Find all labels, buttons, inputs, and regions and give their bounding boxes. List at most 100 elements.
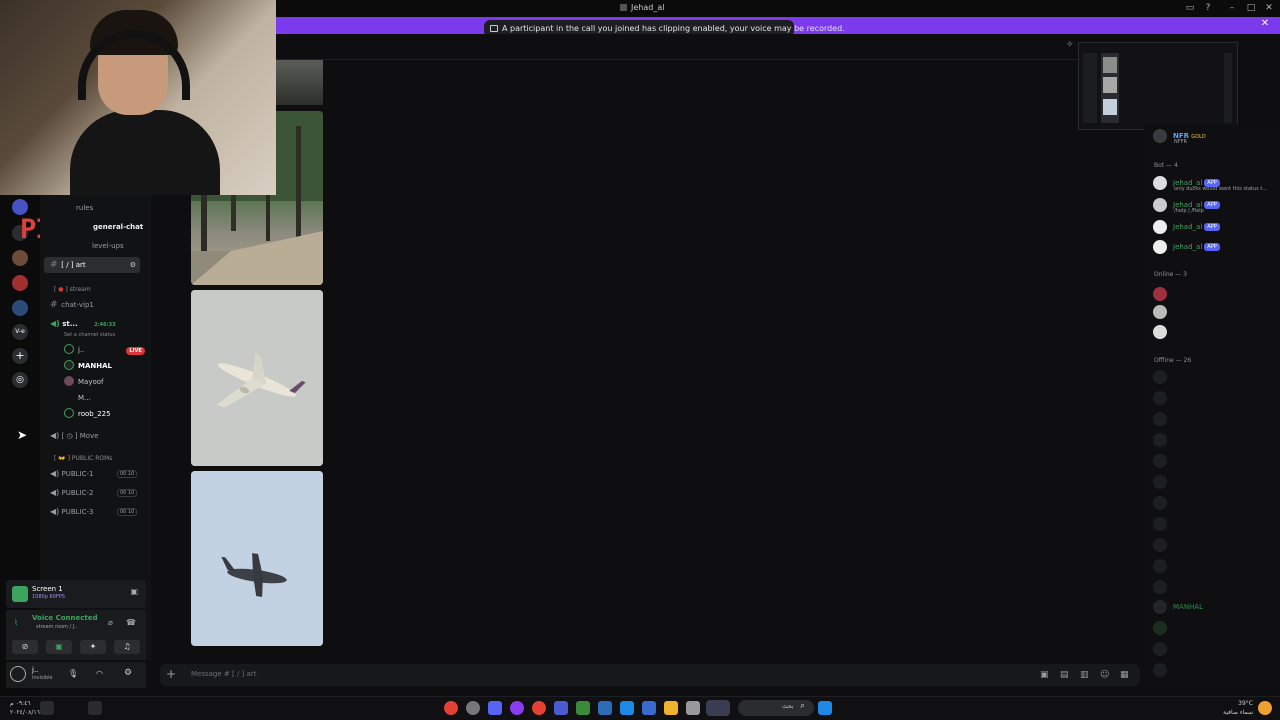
image-attachment[interactable] <box>191 471 323 646</box>
microphone-tray-icon[interactable] <box>88 701 102 715</box>
minimize-button[interactable]: – <box>1226 2 1238 14</box>
member-item[interactable]: Jehad_al APP only ducks would want this st… <box>1153 176 1267 192</box>
channel-general[interactable]: general-chat <box>93 223 143 231</box>
file-explorer-icon[interactable] <box>664 701 678 715</box>
cargo-plane-photo <box>191 471 323 646</box>
help-icon[interactable]: ? <box>1202 2 1214 14</box>
message-composer[interactable]: + Message # [ / ] art ▣ ▤ ▥ ☺ ▦ <box>160 664 1140 686</box>
chrome-icon[interactable] <box>444 701 458 715</box>
member-item[interactable] <box>1153 325 1173 339</box>
settings-icon[interactable]: ⚙ <box>130 257 136 273</box>
member-item[interactable]: Jehad_al APP/help | /help <box>1153 198 1220 214</box>
chrome-icon[interactable] <box>532 701 546 715</box>
sticker-icon[interactable]: ▥ <box>1080 670 1090 680</box>
member-item[interactable] <box>1153 412 1173 426</box>
soundboard-button[interactable]: ♫ <box>114 640 140 654</box>
member-item[interactable] <box>1153 475 1173 489</box>
start-icon[interactable] <box>818 701 832 715</box>
message-input[interactable]: Message # [ / ] art <box>191 670 256 678</box>
voice-channel-stream[interactable]: ◀) st... 2:46:33 <box>50 319 116 328</box>
browser-icon[interactable] <box>510 701 524 715</box>
voice-user[interactable]: roob_225 <box>64 408 111 418</box>
image-attachment[interactable] <box>191 290 323 466</box>
stream-preview[interactable] <box>1078 42 1238 130</box>
noise-suppression-icon[interactable]: ⌀ <box>108 618 113 627</box>
channel-art[interactable]: # [ / ] art ⚙ <box>44 257 140 273</box>
server-icon[interactable] <box>12 250 28 266</box>
member-item[interactable] <box>1153 287 1173 301</box>
channel-levelups[interactable]: level-ups <box>92 242 124 250</box>
member-item[interactable] <box>1153 621 1173 635</box>
voice-user[interactable]: M... <box>64 392 91 402</box>
member-item[interactable]: Jehad_al APP <box>1153 220 1220 234</box>
pin-icon[interactable]: ✧ <box>1066 40 1074 50</box>
stop-stream-icon[interactable]: ▣ <box>130 587 138 596</box>
app-icon[interactable] <box>598 701 612 715</box>
member-item[interactable] <box>1153 538 1173 552</box>
store-icon[interactable] <box>642 701 656 715</box>
game-icon[interactable] <box>554 701 568 715</box>
tray-icon[interactable] <box>40 701 54 715</box>
inbox-icon[interactable]: ▭ <box>1184 2 1196 14</box>
avatar[interactable] <box>10 666 26 682</box>
discover-icon[interactable]: ◎ <box>12 372 28 388</box>
emoji-icon[interactable]: ☺ <box>1100 670 1110 680</box>
voice-channel-public-1[interactable]: ◀) PUBLIC-1 <box>50 469 94 478</box>
voice-user[interactable]: MANHAL <box>64 360 112 370</box>
maximize-button[interactable]: □ <box>1245 2 1257 14</box>
member-item[interactable] <box>1153 305 1173 319</box>
set-channel-status[interactable]: Set a channel status <box>64 332 115 338</box>
discord-icon[interactable] <box>488 701 502 715</box>
voice-channel-public-3[interactable]: ◀) PUBLIC-3 <box>50 507 94 516</box>
image-attachment[interactable] <box>276 60 323 105</box>
member-item[interactable] <box>1153 496 1173 510</box>
gift-icon[interactable]: ▣ <box>1040 670 1050 680</box>
category-stream[interactable]: [ ● ] stream <box>54 286 91 293</box>
close-window-button[interactable]: ✕ <box>1263 2 1275 14</box>
app-icon[interactable] <box>466 701 480 715</box>
member-item[interactable] <box>1153 517 1173 531</box>
voice-channel-move[interactable]: ◀) [ ◷ ] Move <box>50 431 99 440</box>
activities-button[interactable]: ✦ <box>80 640 106 654</box>
microphone-icon[interactable]: 🎙 <box>68 669 78 678</box>
server-icon[interactable] <box>12 275 28 291</box>
headphones-icon[interactable]: ◠ <box>96 669 103 678</box>
member-item[interactable] <box>1153 559 1173 573</box>
channel-rules[interactable]: rules <box>76 204 93 212</box>
add-attachment-button[interactable]: + <box>166 667 176 681</box>
voice-user[interactable]: Mayoof <box>64 376 104 386</box>
server-icon[interactable]: V-e <box>12 324 28 340</box>
gear-icon[interactable]: ⚙ <box>124 668 132 678</box>
screen-share-panel[interactable]: Screen 1 1080p 60FPS ▣ <box>6 580 146 608</box>
signal-icon[interactable]: ⌇ <box>14 618 18 627</box>
camera-button[interactable]: ⊘ <box>12 640 38 654</box>
member-item[interactable] <box>1153 663 1173 677</box>
add-server-icon[interactable]: + <box>12 348 28 364</box>
voice-user[interactable]: j.. LIVE <box>64 344 145 355</box>
widgets-icon[interactable] <box>706 700 730 716</box>
dismiss-banner-button[interactable]: ✕ <box>1259 18 1271 32</box>
webcam-person <box>70 110 220 195</box>
gif-icon[interactable]: ▤ <box>1060 670 1070 680</box>
disconnect-icon[interactable]: ☎ <box>126 618 136 627</box>
member-item[interactable]: MANHAL <box>1153 600 1203 614</box>
member-item[interactable] <box>1153 391 1173 405</box>
apps-icon[interactable]: ▦ <box>1120 670 1130 680</box>
member-item[interactable] <box>1153 370 1173 384</box>
member-item[interactable] <box>1153 642 1173 656</box>
member-item[interactable] <box>1153 433 1173 447</box>
screen-share-button[interactable]: ▣ <box>46 640 72 654</box>
member-item[interactable] <box>1153 580 1173 594</box>
server-icon[interactable] <box>12 300 28 316</box>
server-icon[interactable] <box>12 199 28 215</box>
channel-chat-vip[interactable]: # chat-vip1 <box>50 300 94 310</box>
voice-channel-public-2[interactable]: ◀) PUBLIC-2 <box>50 488 94 497</box>
app-icon[interactable] <box>576 701 590 715</box>
app-icon[interactable] <box>620 701 634 715</box>
member-item[interactable] <box>1153 454 1173 468</box>
member-item[interactable]: Jehad_al APP <box>1153 240 1220 254</box>
member-item[interactable]: NFR GOLD NFFR <box>1153 129 1206 145</box>
app-icon[interactable] <box>686 701 700 715</box>
category-public[interactable]: [ 👐 ] PUBLIC ROMs <box>54 455 112 462</box>
taskbar-search[interactable]: بحث ⌕ <box>738 700 814 716</box>
